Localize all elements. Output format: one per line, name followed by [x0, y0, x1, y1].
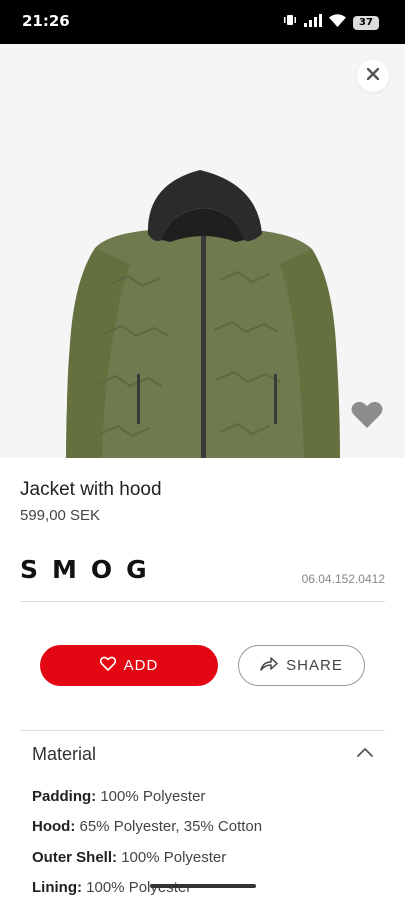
divider — [20, 601, 385, 602]
material-row: Outer Shell: 100% Polyester — [32, 849, 226, 866]
material-label: Outer Shell: — [32, 849, 118, 866]
jacket-image — [66, 170, 340, 458]
add-label: ADD — [123, 657, 159, 674]
material-value: 65% Polyester, 35% Cotton — [79, 818, 263, 835]
material-heading[interactable]: Material — [32, 744, 96, 765]
brand-logo[interactable]: SMOG — [20, 555, 161, 584]
product-image — [0, 44, 405, 458]
home-indicator[interactable] — [150, 884, 256, 888]
article-number: 06.04.152.0412 — [301, 572, 385, 586]
material-label: Lining: — [32, 879, 82, 896]
status-time: 21:26 — [22, 12, 70, 30]
divider — [20, 730, 385, 731]
status-bar: 21:26 37 — [0, 0, 405, 44]
signal-icon — [304, 13, 322, 32]
material-label: Padding: — [32, 788, 97, 805]
share-label: SHARE — [286, 657, 343, 674]
status-icons: 37 — [283, 13, 379, 32]
battery-icon: 37 — [353, 15, 379, 30]
material-value: 100% Polyester — [121, 849, 227, 866]
heart-outline-icon — [99, 656, 116, 675]
vibrate-icon — [283, 13, 297, 32]
material-row: Padding: 100% Polyester — [32, 788, 205, 805]
wifi-icon — [329, 13, 346, 32]
material-value: 100% Polyester — [100, 788, 206, 805]
close-button[interactable] — [357, 60, 389, 92]
material-row: Hood: 65% Polyester, 35% Cotton — [32, 818, 262, 835]
add-button[interactable]: ADD — [40, 645, 218, 686]
product-price: 599,00 SEK — [20, 507, 101, 524]
share-icon — [260, 656, 278, 675]
product-title: Jacket with hood — [20, 479, 162, 500]
share-button[interactable]: SHARE — [238, 645, 365, 686]
close-icon — [366, 67, 380, 85]
collapse-material-button[interactable] — [357, 744, 373, 762]
chevron-up-icon — [357, 744, 373, 761]
material-label: Hood: — [32, 818, 76, 835]
favorite-button[interactable] — [351, 400, 383, 434]
heart-icon — [351, 401, 383, 433]
